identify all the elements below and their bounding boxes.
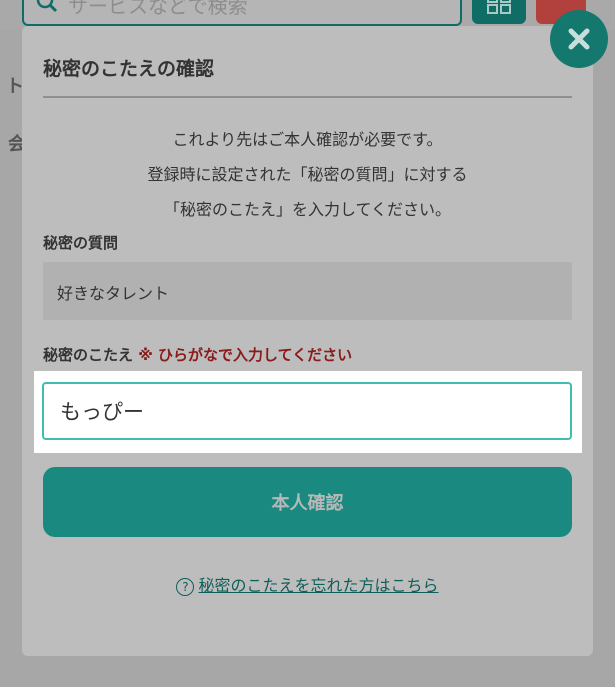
- search-placeholder: サービスなどで検索: [68, 0, 248, 18]
- confirm-button[interactable]: 本人確認: [43, 467, 572, 537]
- search-box[interactable]: サービスなどで検索: [22, 0, 462, 26]
- answer-input[interactable]: [42, 382, 572, 440]
- forgot-answer-row: ? 秘密のこたえを忘れた方はこちら: [22, 572, 593, 596]
- grid-icon: [487, 0, 511, 14]
- help-circle-icon: ?: [176, 577, 195, 596]
- question-value: 好きなタレント: [57, 284, 170, 303]
- forgot-answer-link[interactable]: 秘密のこたえを忘れた方はこちら: [198, 576, 438, 595]
- menu-grid-button[interactable]: [472, 0, 526, 24]
- divider: [43, 96, 572, 98]
- answer-label-row: 秘密のこたえ ※ ひらがなで入力してください: [43, 344, 352, 365]
- intro-line: 登録時に設定された「秘密の質問」に対する: [147, 165, 468, 184]
- question-box: 好きなタレント: [43, 262, 572, 320]
- intro-line: 「秘密のこたえ」を入力してください。: [163, 200, 452, 219]
- answer-label: 秘密のこたえ: [43, 346, 134, 364]
- answer-note: ※ ひらがなで入力してください: [138, 346, 353, 364]
- question-label: 秘密の質問: [43, 234, 119, 252]
- close-icon: [568, 28, 590, 50]
- modal-title: 秘密のこたえの確認: [43, 58, 215, 80]
- search-icon: [36, 0, 58, 13]
- secret-answer-modal: 秘密のこたえの確認 これより先はご本人確認が必要です。 登録時に設定された「秘密…: [22, 26, 593, 656]
- close-button[interactable]: [550, 10, 608, 68]
- intro-line: これより先はご本人確認が必要です。: [172, 130, 443, 149]
- intro-text: これより先はご本人確認が必要です。 登録時に設定された「秘密の質問」に対する 「…: [43, 122, 572, 227]
